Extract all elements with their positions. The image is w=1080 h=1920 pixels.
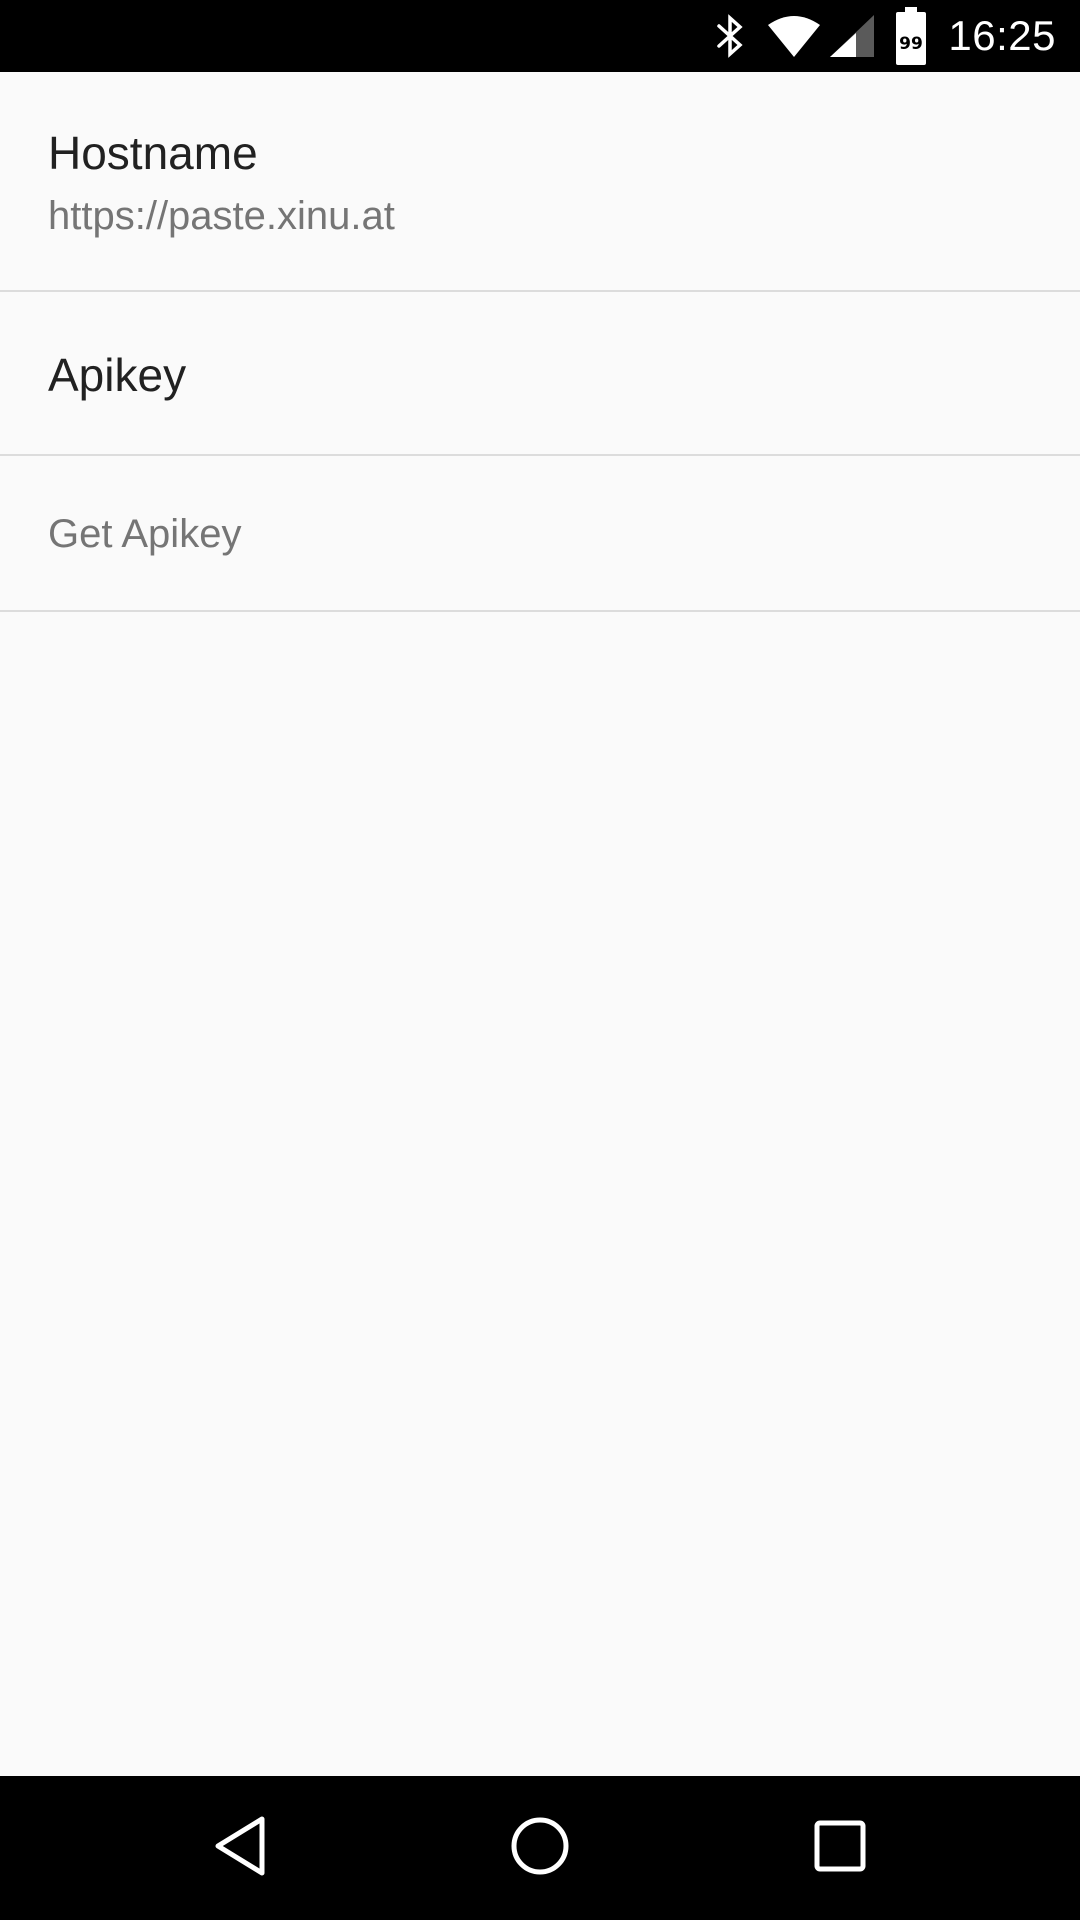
hostname-summary: https://paste.xinu.at [48,194,395,238]
status-bar: 99 16:25 [0,0,1080,72]
get-apikey-label: Get Apikey [48,512,242,556]
battery-level-text: 99 [900,34,924,54]
bluetooth-icon [716,14,744,58]
home-button[interactable] [460,1776,620,1920]
battery-icon: 99 [896,7,927,65]
hostname-title: Hostname [48,127,258,179]
recents-icon [813,1819,867,1878]
navigation-bar [0,1776,1080,1920]
home-icon [509,1815,571,1882]
back-icon [212,1815,268,1882]
back-button[interactable] [160,1776,320,1920]
get-apikey-button[interactable]: Get Apikey [0,456,1080,612]
status-time: 16:25 [948,12,1056,59]
wifi-icon [766,15,822,57]
hostname-preference[interactable]: Hostname https://paste.xinu.at [0,72,1080,292]
apikey-preference[interactable]: Apikey [0,292,1080,456]
status-icons: 99 16:25 [694,0,1056,72]
cell-signal-icon [830,15,875,57]
recents-button[interactable] [760,1776,920,1920]
preferences-list: Hostname https://paste.xinu.at Apikey Ge… [0,72,1080,612]
apikey-title: Apikey [48,349,187,401]
